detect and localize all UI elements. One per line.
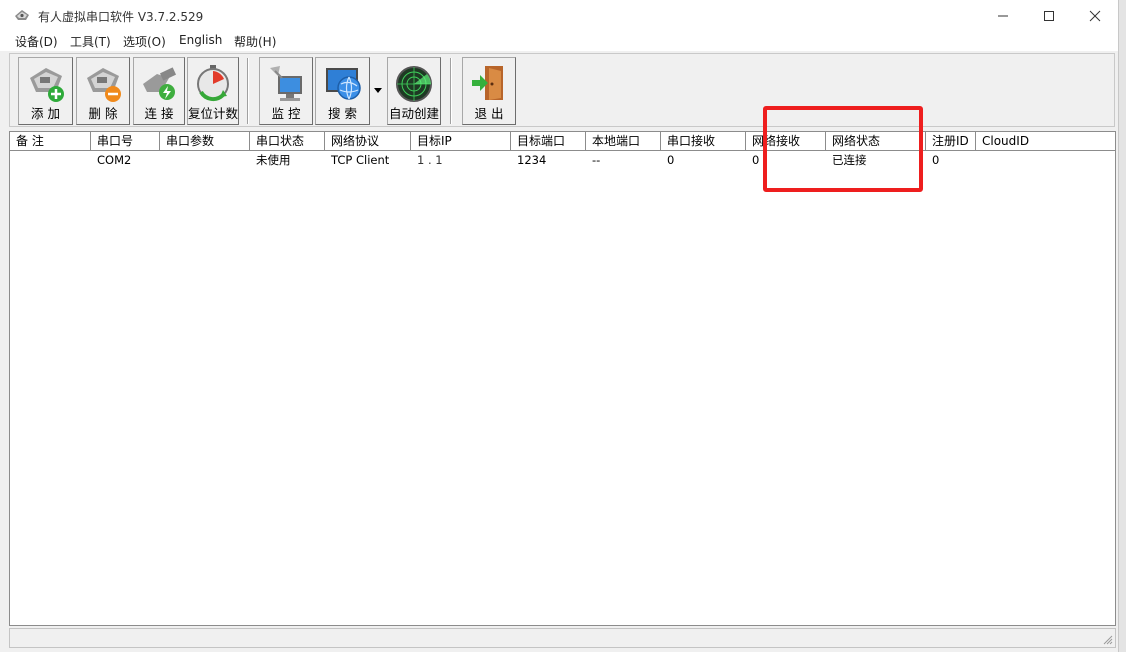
cell-serial-rx: 0 — [667, 153, 675, 167]
port-list[interactable]: 备 注 串口号 串口参数 串口状态 网络协议 目标IP 目标端口 本地端口 串口… — [9, 131, 1116, 626]
reset-count-label: 复位计数 — [188, 106, 239, 121]
cell-target-ip: 1 . 1 — [417, 153, 443, 167]
exit-label: 退 出 — [474, 106, 504, 121]
dropdown-arrow-icon — [374, 88, 382, 93]
close-button[interactable] — [1072, 0, 1118, 31]
resize-grip-icon[interactable] — [1101, 633, 1113, 645]
auto-create-button[interactable]: 自动创建 — [387, 57, 441, 125]
toolbar-separator — [450, 58, 452, 124]
exit-door-icon — [472, 66, 503, 100]
header-params[interactable]: 串口参数 — [160, 132, 250, 150]
toolbar-separator — [247, 58, 249, 124]
cell-target-port: 1234 — [517, 153, 547, 167]
app-icon — [15, 10, 29, 20]
stopwatch-icon — [197, 65, 229, 102]
header-cloud-id[interactable]: CloudID — [976, 132, 1116, 150]
search-label: 搜 索 — [328, 106, 357, 121]
auto-create-label: 自动创建 — [388, 106, 439, 121]
connect-button[interactable]: 连 接 — [133, 57, 185, 125]
header-target-port[interactable]: 目标端口 — [511, 132, 586, 150]
maximize-button[interactable] — [1026, 0, 1072, 31]
main-window: 有人虚拟串口软件 V3.7.2.529 设备(D) 工具(T) 选项(O) En… — [0, 0, 1119, 652]
exit-button[interactable]: 退 出 — [462, 57, 516, 125]
minimize-icon — [998, 15, 1008, 16]
monitor-label: 监 控 — [271, 106, 301, 121]
window-title: 有人虚拟串口软件 V3.7.2.529 — [38, 10, 204, 24]
menu-tools[interactable]: 工具(T) — [70, 33, 111, 50]
cell-params — [160, 152, 250, 168]
table-row[interactable]: COM2 未使用 TCP Client 1 . 1 1234 -- 0 0 已连… — [10, 152, 1115, 168]
radar-icon — [396, 66, 432, 102]
title-bar[interactable]: 有人虚拟串口软件 V3.7.2.529 — [0, 0, 1118, 31]
cell-port: COM2 — [97, 153, 132, 167]
minimize-button[interactable] — [980, 0, 1026, 31]
header-protocol[interactable]: 网络协议 — [325, 132, 411, 150]
toolbar: 添 加 删 除 连 接 复位计数 监 控 搜 索 自动创建 退 出 — [9, 53, 1115, 127]
cell-protocol: TCP Client — [331, 153, 390, 167]
connect-icon — [143, 67, 177, 100]
header-local-port[interactable]: 本地端口 — [586, 132, 661, 150]
add-button[interactable]: 添 加 — [18, 57, 73, 125]
add-label: 添 加 — [31, 106, 60, 121]
header-port[interactable]: 串口号 — [91, 132, 160, 150]
cell-local-port: -- — [592, 153, 601, 167]
delete-label: 删 除 — [88, 106, 118, 121]
monitor-button[interactable]: 监 控 — [259, 57, 313, 125]
menu-bar: 设备(D) 工具(T) 选项(O) English 帮助(H) — [0, 31, 1118, 51]
search-network-icon — [325, 68, 361, 100]
header-target-ip[interactable]: 目标IP — [411, 132, 511, 150]
connect-label: 连 接 — [144, 106, 174, 121]
header-port-status[interactable]: 串口状态 — [250, 132, 325, 150]
menu-options[interactable]: 选项(O) — [123, 33, 166, 50]
cell-note — [10, 152, 91, 168]
status-bar — [9, 628, 1116, 648]
delete-port-icon — [87, 68, 121, 102]
menu-english[interactable]: English — [179, 33, 222, 47]
search-button[interactable]: 搜 索 — [315, 57, 370, 125]
cell-port-status: 未使用 — [256, 153, 291, 167]
list-header: 备 注 串口号 串口参数 串口状态 网络协议 目标IP 目标端口 本地端口 串口… — [10, 132, 1115, 151]
search-dropdown-button[interactable] — [372, 84, 384, 96]
background-window-edge — [1119, 0, 1126, 652]
menu-help[interactable]: 帮助(H) — [234, 33, 276, 50]
header-serial-rx[interactable]: 串口接收 — [661, 132, 746, 150]
cell-reg-id: 0 — [932, 153, 940, 167]
header-reg-id[interactable]: 注册ID — [926, 132, 976, 150]
maximize-icon — [1044, 10, 1054, 21]
monitor-icon — [270, 66, 302, 101]
header-note[interactable]: 备 注 — [10, 132, 91, 150]
reset-count-button[interactable]: 复位计数 — [187, 57, 239, 125]
add-port-icon — [29, 68, 64, 102]
menu-device[interactable]: 设备(D) — [15, 33, 58, 50]
cell-cloud-id — [976, 152, 1116, 168]
annotation-highlight-box — [763, 106, 923, 192]
close-icon — [1089, 10, 1101, 21]
delete-button[interactable]: 删 除 — [76, 57, 130, 125]
